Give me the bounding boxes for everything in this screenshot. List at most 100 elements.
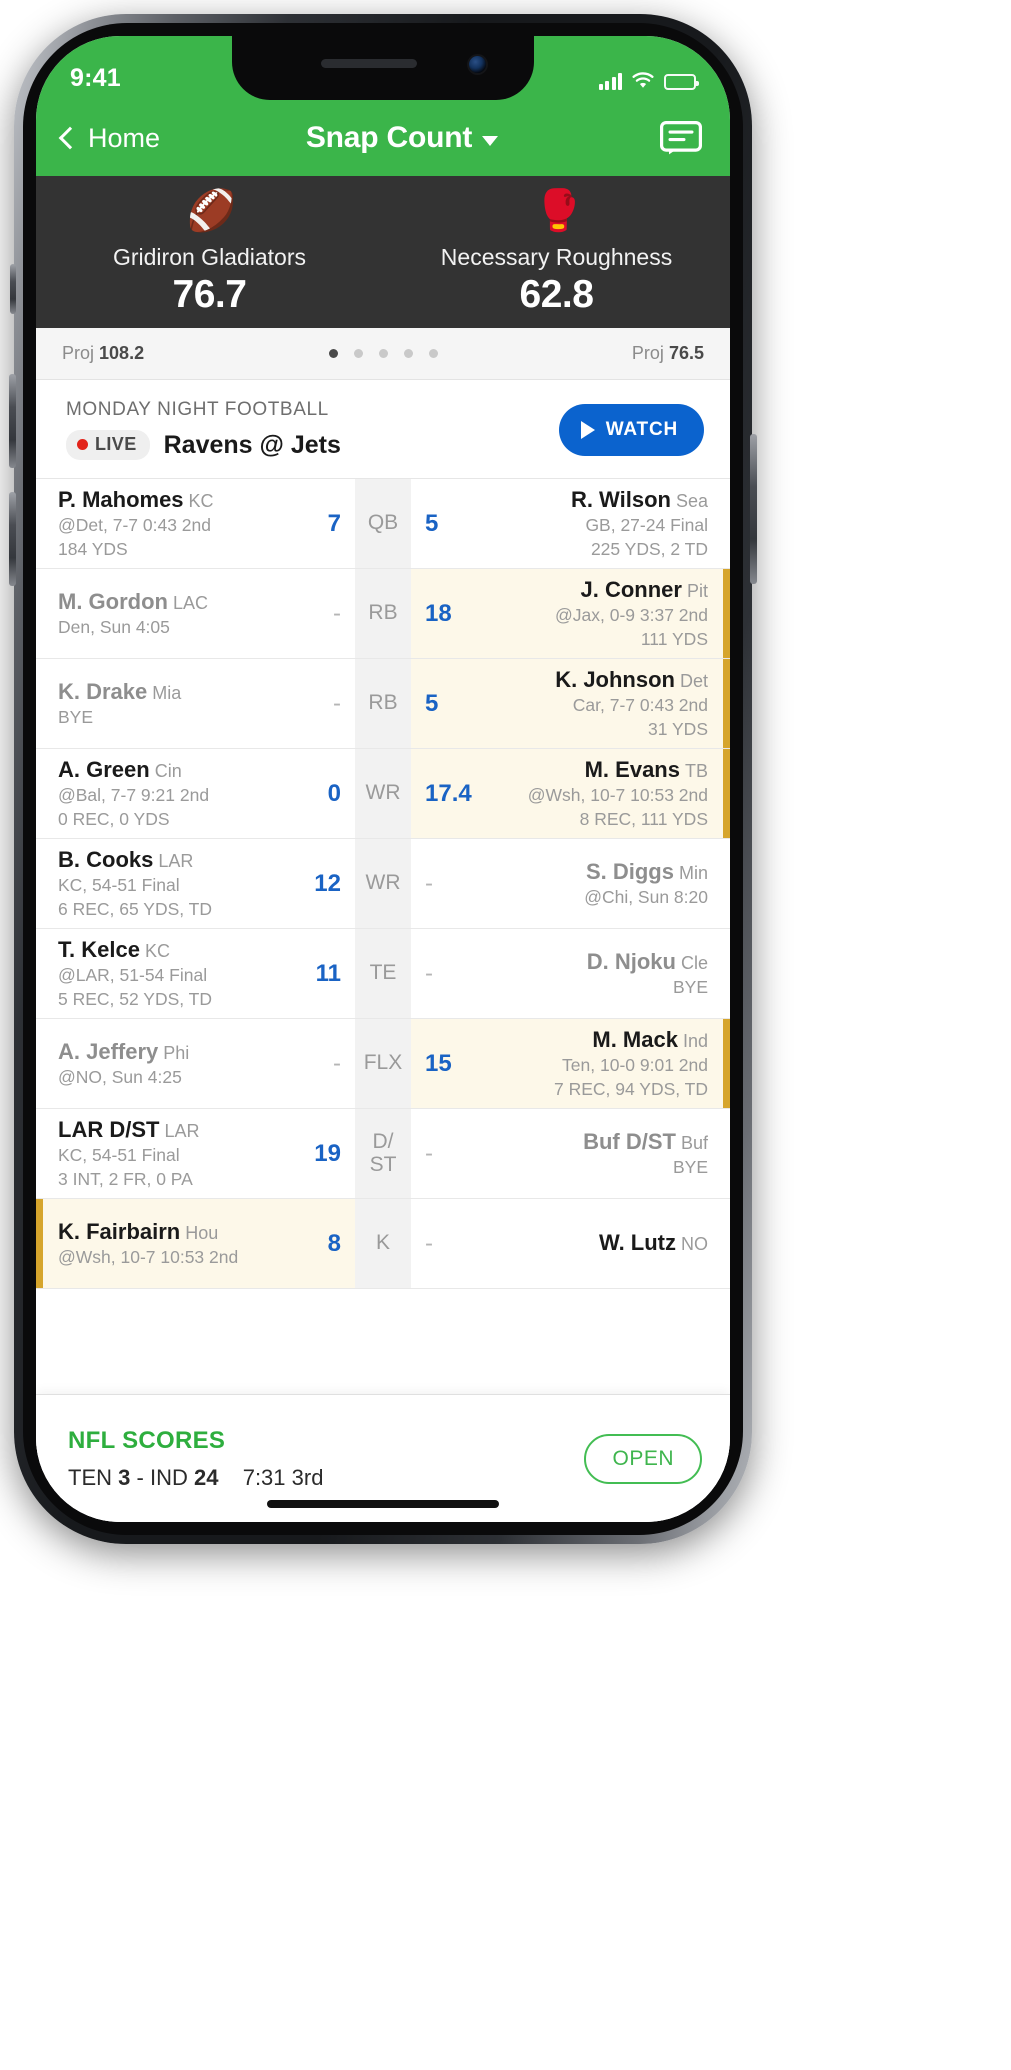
player-team-abbr: LAR bbox=[164, 1120, 200, 1141]
left-player-cell[interactable]: A. Green Cin @Bal, 7-7 9:21 2nd 0 REC, 0 YD… bbox=[36, 749, 355, 838]
player-team-abbr: LAR bbox=[158, 850, 194, 871]
player-team-abbr: Mia bbox=[152, 682, 182, 703]
home-indicator[interactable] bbox=[267, 1500, 499, 1508]
table-row[interactable]: M. Gordon LAC Den, Sun 4:05 - RB J. Conner Pit… bbox=[36, 569, 730, 659]
chat-button[interactable] bbox=[598, 121, 730, 155]
player-score: - bbox=[333, 1049, 341, 1077]
right-player-cell[interactable]: S. Diggs Min @Chi, Sun 8:20 - bbox=[411, 839, 730, 928]
player-score: 18 bbox=[425, 599, 452, 627]
position-label: RB bbox=[355, 569, 411, 658]
player-name: D. Njoku Cle bbox=[489, 948, 708, 976]
player-team-abbr: Pit bbox=[686, 580, 708, 601]
right-player-cell[interactable]: K. Johnson Det Car, 7-7 0:43 2nd 31 YDS 5 bbox=[411, 659, 730, 748]
table-row[interactable]: P. Mahomes KC @Det, 7-7 0:43 2nd 184 YDS 7 QB… bbox=[36, 479, 730, 569]
player-team-abbr: Hou bbox=[185, 1222, 219, 1243]
mnf-matchup-text: Ravens @ Jets bbox=[163, 430, 341, 459]
player-score: 15 bbox=[425, 1049, 452, 1077]
player-stat-line: 8 REC, 111 YDS bbox=[579, 808, 708, 829]
page-title-dropdown[interactable]: Snap Count bbox=[206, 121, 598, 155]
away-proj-value: 76.5 bbox=[668, 343, 704, 363]
table-row[interactable]: T. Kelce KC @LAR, 51-54 Final 5 REC, 52 YDS… bbox=[36, 929, 730, 1019]
home-team-score: 76.7 bbox=[172, 273, 247, 316]
left-player-cell[interactable]: B. Cooks LAR KC, 54-51 Final 6 REC, 65 YDS,… bbox=[36, 839, 355, 928]
table-row[interactable]: LAR D/ST LAR KC, 54-51 Final 3 INT, 2 FR, 0… bbox=[36, 1109, 730, 1199]
player-score: 19 bbox=[314, 1139, 341, 1167]
chevron-down-icon bbox=[482, 136, 499, 146]
player-name: Buf D/ST Buf bbox=[489, 1128, 708, 1156]
table-row[interactable]: A. Jeffery Phi @NO, Sun 4:25- FLX M. Mack Ind… bbox=[36, 1019, 730, 1109]
table-row[interactable]: A. Green Cin @Bal, 7-7 9:21 2nd 0 REC, 0 YD… bbox=[36, 749, 730, 839]
right-player-cell[interactable]: W. Lutz NO - bbox=[411, 1199, 730, 1288]
player-game-status: Ten, 10-0 9:01 2nd bbox=[562, 1055, 708, 1076]
player-score: - bbox=[425, 869, 433, 897]
open-button[interactable]: OPEN bbox=[584, 1433, 702, 1484]
chat-bubble-icon bbox=[660, 121, 702, 155]
left-player-cell[interactable]: K. Drake Mia BYE - bbox=[36, 659, 355, 748]
promo-separator: - bbox=[136, 1464, 144, 1490]
right-player-cell[interactable]: R. Wilson Sea GB, 27-24 Final 225 YDS, 2 TD… bbox=[411, 479, 730, 568]
player-info: W. Lutz NO bbox=[489, 1229, 708, 1257]
table-row[interactable]: K. Fairbairn Hou @Wsh, 10-7 10:53 2nd 8 K W. … bbox=[36, 1199, 730, 1289]
player-name-text: M. Mack bbox=[592, 1026, 678, 1052]
player-info: K. Drake Mia BYE bbox=[58, 678, 277, 730]
watch-button[interactable]: WATCH bbox=[558, 403, 704, 456]
right-player-cell[interactable]: J. Conner Pit @Jax, 0-9 3:37 2nd 111 YDS 18 bbox=[411, 569, 730, 658]
player-name: S. Diggs Min bbox=[489, 858, 708, 886]
table-row[interactable]: B. Cooks LAR KC, 54-51 Final 6 REC, 65 YDS,… bbox=[36, 839, 730, 929]
player-info: J. Conner Pit @Jax, 0-9 3:37 2nd 111 YDS bbox=[489, 576, 708, 651]
player-name: P. Mahomes KC bbox=[58, 486, 277, 514]
pagination-dot-4[interactable] bbox=[403, 349, 413, 358]
left-player-cell[interactable]: P. Mahomes KC @Det, 7-7 0:43 2nd 184 YDS 7 bbox=[36, 479, 355, 568]
front-camera bbox=[469, 56, 486, 73]
player-score: - bbox=[425, 959, 433, 987]
player-team-abbr: Phi bbox=[163, 1042, 190, 1063]
player-name-text: P. Mahomes bbox=[58, 486, 184, 512]
left-player-cell[interactable]: K. Fairbairn Hou @Wsh, 10-7 10:53 2nd 8 bbox=[36, 1199, 355, 1288]
left-player-cell[interactable]: T. Kelce KC @LAR, 51-54 Final 5 REC, 52 YDS… bbox=[36, 929, 355, 1018]
pagination-dot-3[interactable] bbox=[378, 349, 388, 358]
player-stat-line: 111 YDS bbox=[640, 628, 708, 649]
left-player-cell[interactable]: M. Gordon LAC Den, Sun 4:05 - bbox=[36, 569, 355, 658]
power-button[interactable] bbox=[750, 434, 757, 584]
player-info: LAR D/ST LAR KC, 54-51 Final 3 INT, 2 FR, 0… bbox=[58, 1116, 277, 1191]
right-player-cell[interactable]: Buf D/ST Buf BYE - bbox=[411, 1109, 730, 1198]
player-info: S. Diggs Min @Chi, Sun 8:20 bbox=[489, 858, 708, 910]
mnf-info: MONDAY NIGHT FOOTBALL LIVE Ravens @ Jets bbox=[66, 399, 559, 460]
player-name: M. Mack Ind bbox=[489, 1026, 708, 1054]
nfl-scores-title: NFL SCORES bbox=[68, 1426, 226, 1454]
away-proj-label: Proj bbox=[631, 343, 664, 363]
right-player-cell[interactable]: D. Njoku Cle BYE - bbox=[411, 929, 730, 1018]
player-team-abbr: LAC bbox=[172, 592, 208, 613]
player-game-status: @Chi, Sun 8:20 bbox=[584, 886, 708, 907]
pagination-dot-5[interactable] bbox=[428, 349, 438, 358]
player-score: - bbox=[425, 1229, 433, 1257]
mnf-kicker-label: MONDAY NIGHT FOOTBALL bbox=[66, 399, 329, 420]
player-stat-line: 225 YDS, 2 TD bbox=[590, 538, 708, 559]
away-team-block[interactable]: 🥊 Necessary Roughness 62.8 bbox=[383, 176, 730, 328]
left-player-cell[interactable]: LAR D/ST LAR KC, 54-51 Final 3 INT, 2 FR, 0… bbox=[36, 1109, 355, 1198]
right-player-cell[interactable]: M. Mack Ind Ten, 10-0 9:01 2nd 7 REC, 94 YD… bbox=[411, 1019, 730, 1108]
volume-down-button[interactable] bbox=[9, 492, 16, 586]
home-team-block[interactable]: 🏈 Gridiron Gladiators 76.7 bbox=[36, 176, 383, 328]
silent-switch[interactable] bbox=[10, 264, 16, 314]
position-label: QB bbox=[355, 479, 411, 568]
right-player-cell[interactable]: M. Evans TB @Wsh, 10-7 10:53 2nd 8 REC, 111… bbox=[411, 749, 730, 838]
table-row[interactable]: K. Drake Mia BYE - RB K. Johnson Det Car, 7-7 0… bbox=[36, 659, 730, 749]
pagination-dot-2[interactable] bbox=[353, 349, 363, 358]
status-badge-live: LIVE bbox=[66, 430, 150, 460]
volume-up-button[interactable] bbox=[9, 374, 16, 468]
pagination-dot-1[interactable] bbox=[328, 349, 338, 358]
back-button[interactable]: Home bbox=[36, 123, 226, 154]
player-name: LAR D/ST LAR bbox=[58, 1116, 277, 1144]
player-score: - bbox=[333, 689, 341, 717]
player-team-abbr: Min bbox=[678, 862, 708, 883]
player-name-text: A. Green bbox=[58, 756, 150, 782]
player-name-text: K. Fairbairn bbox=[58, 1218, 181, 1244]
matchup-scoreboard[interactable]: 🏈 Gridiron Gladiators 76.7 🥊 Necessary R… bbox=[36, 176, 730, 328]
player-name-text: J. Conner bbox=[580, 576, 682, 602]
pagination-dots[interactable] bbox=[328, 349, 438, 358]
home-team-name: Gridiron Gladiators bbox=[112, 244, 307, 270]
left-player-cell[interactable]: A. Jeffery Phi @NO, Sun 4:25- bbox=[36, 1019, 355, 1108]
roster-list[interactable]: P. Mahomes KC @Det, 7-7 0:43 2nd 184 YDS 7 QB… bbox=[36, 479, 730, 1522]
player-name-text: B. Cooks bbox=[58, 846, 154, 872]
